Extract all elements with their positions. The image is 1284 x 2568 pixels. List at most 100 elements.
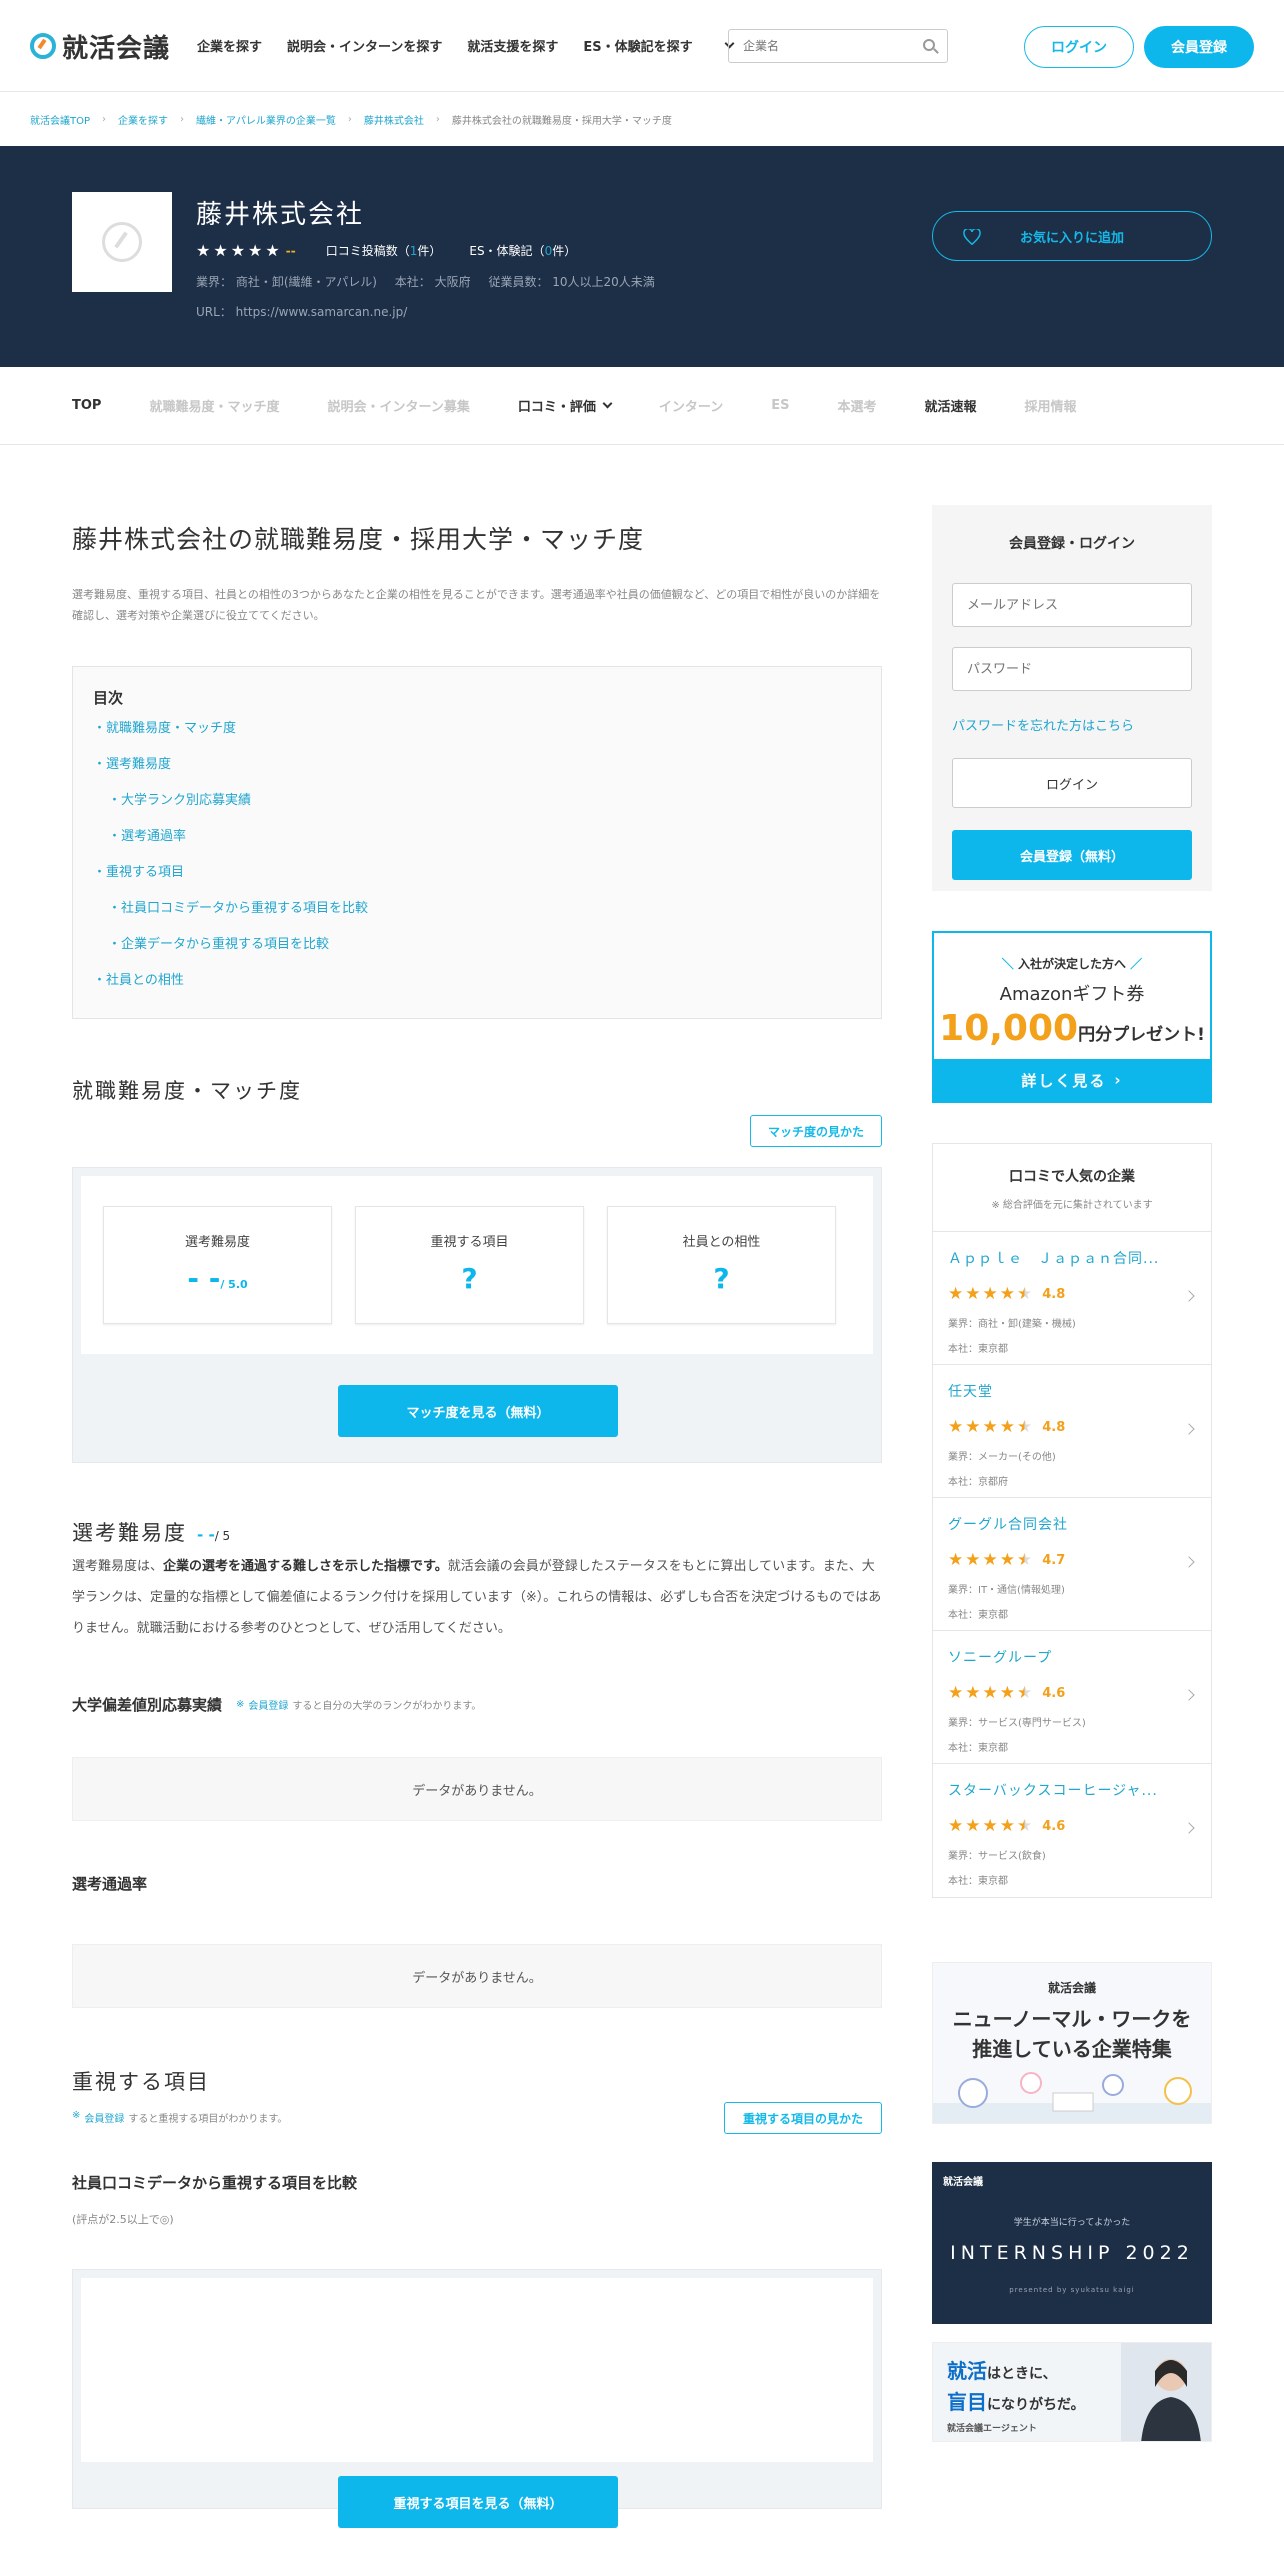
star-icon: ★ [948, 1816, 964, 1836]
univ-heading: 大学偏差値別応募実績 [72, 1696, 223, 1714]
compare-heading: 社員口コミデータから重視する項目を比較 [72, 2174, 358, 2192]
tab-recruit[interactable]: 採用情報 [1024, 396, 1076, 415]
agent-banner[interactable]: 就活はときに、 盲目になりがちだ。 就活会議エージェント [932, 2342, 1212, 2442]
nav-item-es[interactable]: ES・体験記を探す [583, 36, 735, 55]
popular-company-item[interactable]: Ａｐｐｌｅ Ｊａｐａｎ合同... ★ ★ ★ ★ ★ 4.8 業界：商社・卸(建築・機械) 本社… [933, 1232, 1211, 1365]
nav-item-support[interactable]: 就活支援を探す [467, 36, 558, 55]
banner-brand: 就活会議 [943, 2177, 983, 2188]
popular-title: 口コミで人気の企業 [1009, 1169, 1135, 1185]
view-match-button[interactable]: マッチ度を見る（無料） [338, 1385, 618, 1437]
tab-top[interactable]: TOP [72, 398, 101, 413]
match-heading: 就職難易度・マッチ度 [72, 1079, 302, 1103]
nav-item-companies[interactable]: 企業を探す [197, 36, 262, 55]
view-values-button[interactable]: 重視する項目を見る（無料） [338, 2476, 618, 2528]
star-icon: ★ [948, 1550, 964, 1570]
breadcrumb-item[interactable]: 就活会議TOP [30, 112, 90, 127]
forgot-password-link[interactable]: パスワードを忘れた方はこちら [952, 715, 1192, 734]
nav-item-events[interactable]: 説明会・インターンを探す [287, 36, 442, 55]
difficulty-score: - - [197, 1526, 215, 1544]
values-note: ※ 会員登録 すると重視する項目がわかります。 [72, 2110, 287, 2125]
popular-company-item[interactable]: 任天堂 ★ ★ ★ ★ ★ 4.8 業界：メーカー(その他) 本社：京都府 [933, 1365, 1211, 1498]
star-icon: ★ [965, 1417, 981, 1437]
card-label: 選考難易度 [184, 1235, 250, 1250]
amazon-cta[interactable]: 詳しく見る › [934, 1059, 1210, 1101]
header-register-button[interactable]: 会員登録 [1144, 26, 1254, 68]
breadcrumb-separator: › [435, 113, 440, 125]
difficulty-card: 選考難易度 - -/ 5.0 [103, 1206, 332, 1324]
popular-company-industry: 業界：IT・通信(情報処理) [948, 1585, 1065, 1596]
search-input[interactable] [729, 30, 909, 62]
amazon-cta-label: 詳しく見る [1021, 1071, 1107, 1090]
amazon-line1-text: 入社が決定した方へ [1017, 957, 1126, 971]
tab-difficulty[interactable]: 就職難易度・マッチ度 [149, 396, 279, 415]
site-logo[interactable]: 就活会議 [30, 30, 170, 64]
values-register-link[interactable]: 会員登録 [84, 2110, 124, 2125]
review-count[interactable]: 口コミ投稿数（1件） [326, 242, 442, 259]
amazon-gift-banner[interactable]: ＼ 入社が決定した方へ ／ Amazonギフト券 10,000円分プレゼント! … [932, 931, 1212, 1103]
toc-item[interactable]: ・選考難易度 [93, 758, 861, 794]
heart-icon [963, 229, 981, 245]
popular-company-industry: 業界：メーカー(その他) [948, 1452, 1056, 1463]
toc-item[interactable]: ・社員口コミデータから重視する項目を比較 [93, 902, 861, 938]
tab-selection[interactable]: 本選考 [837, 396, 876, 415]
sidebar-login-button[interactable]: ログイン [952, 758, 1192, 808]
breadcrumb-item[interactable]: 繊維・アパレル業界の企業一覧 [196, 112, 336, 127]
search-icon[interactable] [923, 39, 935, 51]
sidebar-register-button[interactable]: 会員登録（無料） [952, 830, 1192, 880]
header-login-button[interactable]: ログイン [1024, 26, 1134, 68]
star-icon: ★ [196, 240, 211, 260]
tab-reviews[interactable]: 口コミ・評価 [518, 396, 613, 415]
compare-note: (評点が2.5以上で◎) [72, 2213, 174, 2226]
slash-left-icon: ＼ [1001, 957, 1018, 971]
popular-company-name: スターバックスコーヒージャ... [948, 1783, 1158, 1799]
company-search [728, 29, 948, 63]
email-input[interactable] [953, 584, 1191, 626]
tab-es[interactable]: ES [771, 398, 789, 413]
popular-company-rating: ★ ★ ★ ★ ★ 4.8 [948, 1286, 1211, 1303]
star-half-icon: ★ [1017, 1683, 1033, 1703]
match-howto-button[interactable]: マッチ度の見かた [750, 1115, 882, 1147]
star-half-icon: ★ [1017, 1816, 1033, 1836]
banner-illustration [933, 2072, 1211, 2123]
values-howto-button[interactable]: 重視する項目の見かた [724, 2102, 882, 2134]
breadcrumb-item[interactable]: 企業を探す [118, 112, 168, 127]
login-title: 会員登録・ログイン [1009, 536, 1135, 552]
popular-list: Ａｐｐｌｅ Ｊａｐａｎ合同... ★ ★ ★ ★ ★ 4.8 業界：商社・卸(建築・機械) 本社… [933, 1232, 1211, 1897]
star-icon: ★ [982, 1683, 998, 1703]
popular-company-item[interactable]: グーグル合同会社 ★ ★ ★ ★ ★ 4.7 業界：IT・通信(情報処理) 本社：東京都 [933, 1498, 1211, 1631]
card-value: - -/ 5.0 [104, 1262, 331, 1295]
banner-copy-rest2: になりがちだ。 [987, 2397, 1085, 2413]
rating-value: -- [285, 243, 296, 258]
star-icon: ★ [965, 1550, 981, 1570]
tab-intern[interactable]: インターン [659, 396, 723, 415]
password-input[interactable] [953, 648, 1191, 690]
star-icon: ★ [230, 240, 246, 260]
internship-banner[interactable]: 就活会議 学生が本当に行ってよかった INTERNSHIP 2022 prese… [932, 2162, 1212, 2324]
popular-company-rating: ★ ★ ★ ★ ★ 4.6 [948, 1685, 1211, 1702]
login-box: 会員登録・ログイン パスワードを忘れた方はこちら ログイン 会員登録（無料） [932, 505, 1212, 891]
popular-company-item[interactable]: スターバックスコーヒージャ... ★ ★ ★ ★ ★ 4.6 業界：サービス(飲食) 本社：東京… [933, 1764, 1211, 1897]
es-count[interactable]: ES・体験記（0件） [469, 242, 576, 259]
company-url[interactable]: URL： https://www.samarcan.ne.jp/ [196, 303, 407, 320]
toc-item[interactable]: ・重視する項目 [93, 866, 861, 902]
password-field [952, 647, 1192, 691]
toc-item[interactable]: ・就職難易度・マッチ度 [93, 722, 861, 758]
popular-company-item[interactable]: ソニーグループ ★ ★ ★ ★ ★ 4.6 業界：サービス(専門サービス) 本社：東京都 [933, 1631, 1211, 1764]
values-heading: 重視する項目 [72, 2070, 210, 2094]
newnormal-banner[interactable]: 就活会議 ニューノーマル・ワークを 推進している企業特集 [932, 1962, 1212, 2124]
star-icon: ★ [982, 1816, 998, 1836]
toc-item[interactable]: ・社員との相性 [93, 974, 861, 1010]
tab-events[interactable]: 説明会・インターン募集 [327, 396, 469, 415]
values-card: 重視する項目 ? [355, 1206, 584, 1324]
univ-register-link[interactable]: 会員登録 [248, 1697, 288, 1712]
toc-item[interactable]: ・大学ランク別応募実績 [93, 794, 861, 830]
add-favorite-button[interactable]: お気に入りに追加 [932, 211, 1212, 261]
tab-news[interactable]: 就活速報 [924, 396, 976, 415]
breadcrumb-item[interactable]: 藤井株式会社 [364, 112, 424, 127]
difficulty-heading: 選考難易度 [72, 1521, 187, 1545]
toc-item[interactable]: ・企業データから重視する項目を比較 [93, 938, 861, 974]
company-tabs: TOP 就職難易度・マッチ度 説明会・インターン募集 口コミ・評価 インターン … [0, 367, 1284, 445]
toc-item[interactable]: ・選考通過率 [93, 830, 861, 866]
popular-company-name: ソニーグループ [948, 1650, 1053, 1666]
match-cards: 選考難易度 - -/ 5.0 重視する項目 ? 社員との相性 ? [81, 1176, 873, 1354]
